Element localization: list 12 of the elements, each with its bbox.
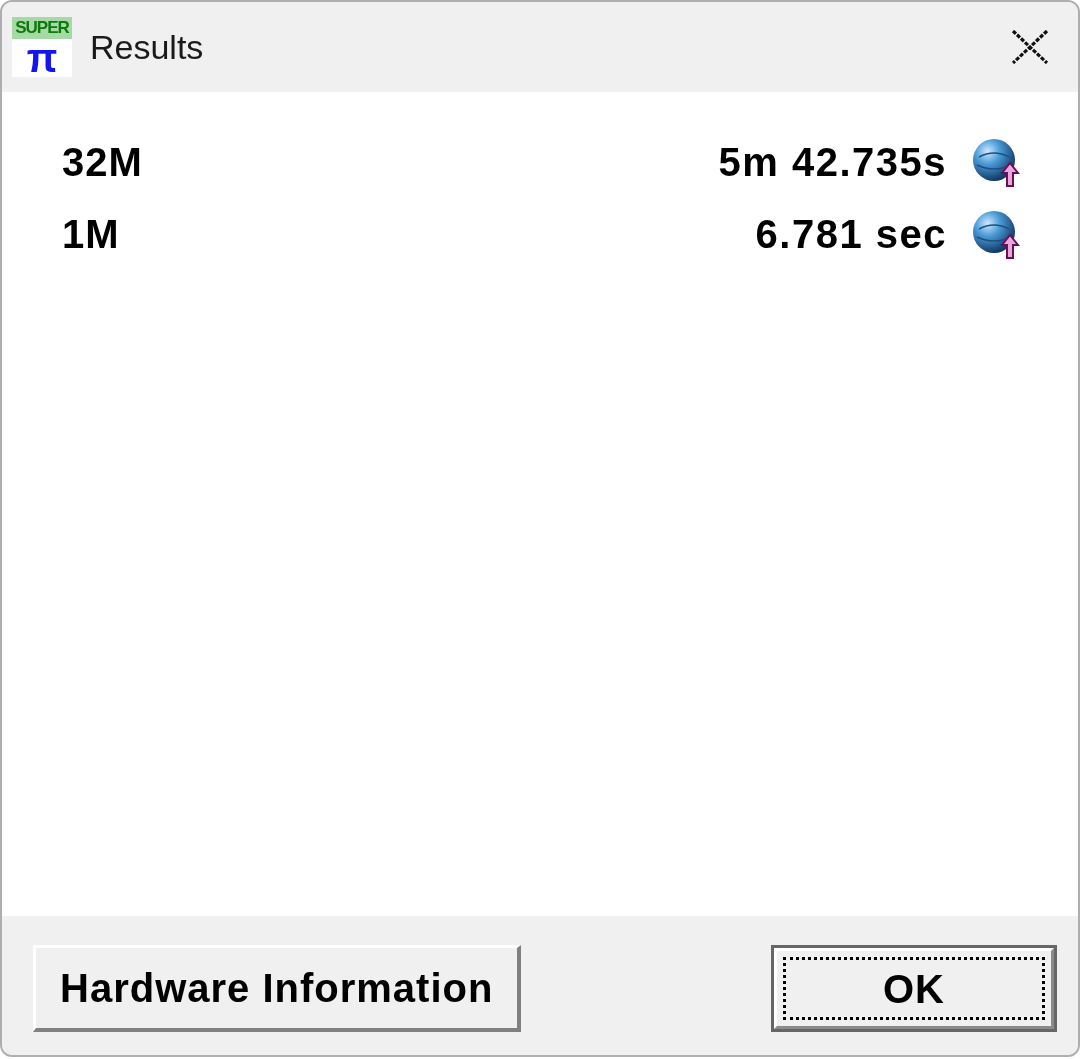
close-button[interactable] — [1010, 29, 1050, 65]
dialog-button[interactable]: OK — [771, 945, 1057, 1032]
globe-with-arrow-icon — [971, 137, 1021, 187]
result-time: 6.781 sec — [755, 214, 947, 254]
app-logo: SUPER π — [12, 17, 72, 77]
globe-with-arrow-icon — [971, 209, 1021, 259]
window-title: Results — [90, 30, 204, 64]
result-time: 5m 42.735s — [718, 142, 947, 182]
dialog-button[interactable]: Hardware Information — [33, 945, 522, 1032]
result-size: 1M — [62, 214, 120, 254]
close-icon — [1011, 30, 1049, 64]
result-size: 32M — [62, 142, 143, 182]
